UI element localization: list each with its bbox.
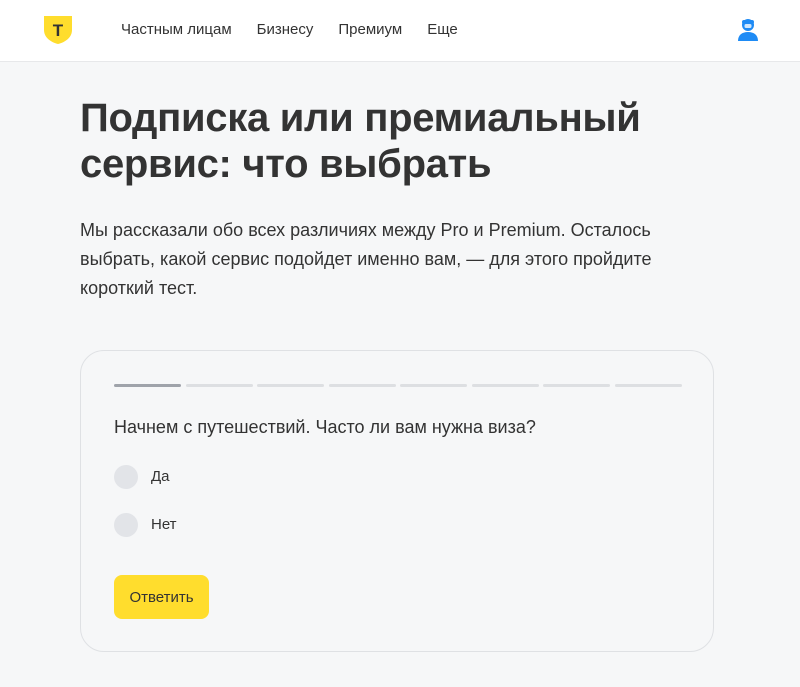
main-nav: Частным лицам Бизнесу Премиум Еще [121, 20, 483, 40]
logo-letter: Т [53, 21, 64, 40]
progress-segment [185, 384, 253, 387]
quiz-question: Начнем с путешествий. Часто ли вам нужна… [114, 417, 536, 437]
progress-segment [328, 384, 396, 387]
nav-item-premium[interactable]: Премиум [338, 20, 402, 40]
answer-label-yes: Да [151, 468, 170, 485]
answer-option-yes[interactable]: Да [114, 465, 170, 489]
progress-segment [543, 384, 610, 387]
quiz-card: Начнем с путешествий. Часто ли вам нужна… [80, 350, 714, 652]
nav-item-private[interactable]: Частным лицам [121, 20, 232, 40]
article-intro: Мы рассказали обо всех различиях между P… [80, 220, 652, 298]
submit-answer-button[interactable]: Ответить [114, 575, 209, 619]
user-avatar-icon[interactable] [737, 18, 759, 42]
progress-segment [400, 384, 467, 387]
nav-item-business[interactable]: Бизнесу [257, 20, 314, 40]
answer-option-no[interactable]: Нет [114, 513, 177, 537]
radio-no[interactable] [114, 513, 138, 537]
answer-label-no: Нет [151, 516, 177, 533]
bank-shield-logo-icon[interactable]: Т [43, 15, 73, 45]
nav-item-more[interactable]: Еще [427, 20, 458, 40]
page-title: Подписка или премиальный сервис: что выб… [80, 96, 641, 186]
radio-yes[interactable] [114, 465, 138, 489]
quiz-progress-bar [114, 384, 686, 387]
progress-segment [114, 384, 181, 387]
page: Т Частным лицам Бизнесу Премиум Еще Подп… [0, 0, 800, 687]
progress-segment [257, 384, 324, 387]
progress-segment [471, 384, 539, 387]
progress-segment [614, 384, 682, 387]
top-header: Т Частным лицам Бизнесу Премиум Еще [0, 0, 800, 62]
